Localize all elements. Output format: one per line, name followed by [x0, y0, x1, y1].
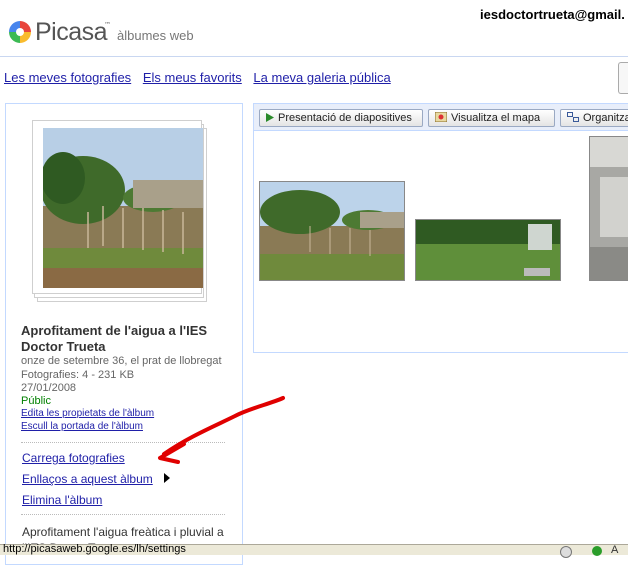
nav-my-photos[interactable]: Les meves fotografies: [4, 70, 131, 85]
logo-subtitle: àlbumes web: [117, 28, 194, 43]
photo-thumbnail[interactable]: [259, 181, 405, 281]
photo-thumbnail[interactable]: [415, 219, 561, 281]
choose-album-cover-link[interactable]: Escull la portada de l'àlbum: [21, 421, 143, 432]
status-letter: A: [611, 544, 619, 556]
album-location: onze de setembre 36, el prat de llobrega…: [21, 355, 222, 367]
nav-public-gallery[interactable]: La meva galeria pública: [253, 70, 390, 85]
divider: [21, 514, 225, 515]
annotation-arrow-icon: [158, 396, 285, 464]
delete-album-link[interactable]: Elimina l'àlbum: [22, 493, 102, 507]
main-nav: Les meves fotografies Els meus favorits …: [4, 70, 399, 85]
nav-my-favorites[interactable]: Els meus favorits: [143, 70, 242, 85]
organize-button-label: Organitza: [583, 112, 628, 124]
status-globe-icon: [560, 546, 572, 558]
album-cover-photo[interactable]: [43, 128, 203, 288]
map-icon: [435, 112, 447, 123]
view-map-button-label: Visualitza el mapa: [451, 112, 541, 124]
album-links-link[interactable]: Enllaços a aquest àlbum: [22, 472, 153, 486]
edit-album-properties-link[interactable]: Edita les propietats de l'àlbum: [21, 408, 154, 419]
picasa-logo[interactable]: Picasa ™ àlbumes web: [8, 18, 208, 48]
view-map-button[interactable]: Visualitza el mapa: [428, 109, 555, 127]
play-icon: [266, 112, 274, 122]
status-secure-icon: [592, 546, 602, 556]
search-box-edge[interactable]: [618, 62, 628, 94]
user-email: iesdoctortrueta@gmail.: [480, 7, 625, 22]
header-divider: [0, 56, 628, 57]
logo-trademark: ™: [104, 21, 111, 29]
slideshow-button-label: Presentació de diapositives: [278, 112, 412, 124]
album-photo-count: Fotografies: 4 - 231 KB: [21, 369, 135, 381]
picasa-pinwheel-icon: [9, 21, 31, 43]
photo-thumbnail[interactable]: [589, 136, 628, 281]
logo-wordmark: Picasa: [35, 18, 108, 46]
album-date: 27/01/2008: [21, 382, 77, 394]
upload-photos-link[interactable]: Carrega fotografies: [22, 451, 125, 465]
organize-button[interactable]: Organitza: [560, 109, 628, 127]
toolbar-divider: [254, 130, 628, 131]
slideshow-button[interactable]: Presentació de diapositives: [259, 109, 423, 127]
expand-arrow-icon[interactable]: [164, 473, 170, 483]
organize-icon: [567, 112, 579, 123]
album-title: Aprofitament de l'aigua a l'IES Doctor T…: [21, 323, 208, 354]
album-visibility: Públic: [21, 395, 51, 407]
status-url: http://picasaweb.google.es/lh/settings: [3, 543, 186, 555]
